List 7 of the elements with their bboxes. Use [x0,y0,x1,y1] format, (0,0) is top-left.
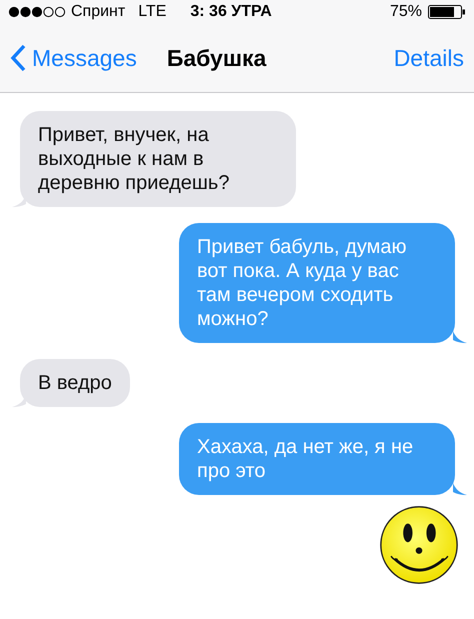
battery-percent: 75% [390,3,422,21]
contact-name: Бабушка [166,44,268,72]
back-button[interactable]: Messages [10,44,137,72]
status-time: 3: 36 УТРА [190,3,272,21]
carrier-name: Спринт [71,3,126,21]
network-type: LTE [138,3,166,21]
details-button[interactable]: Details [394,44,464,72]
